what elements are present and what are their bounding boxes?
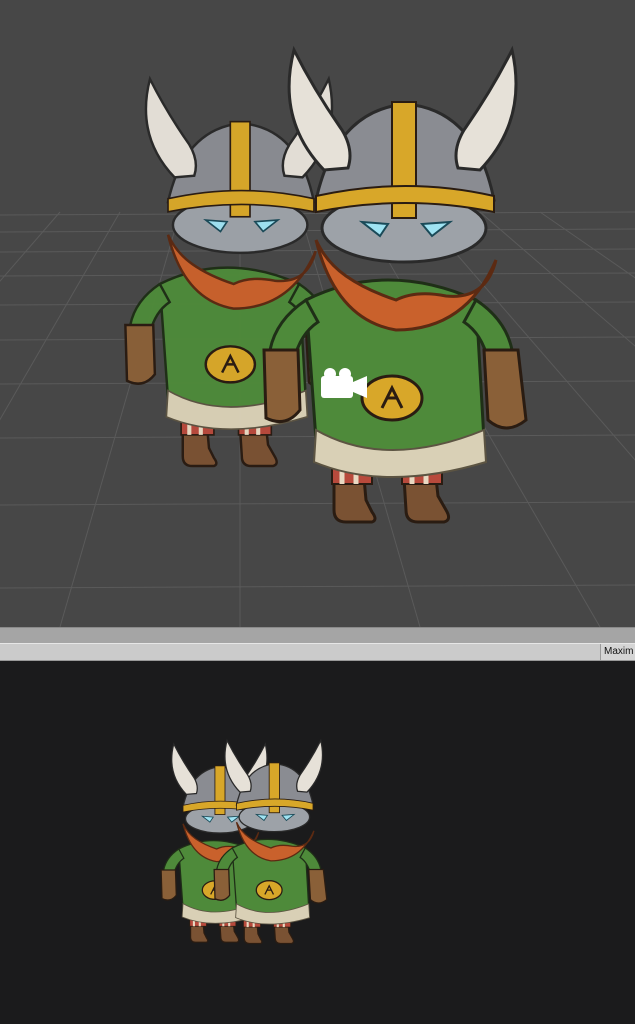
game-view-toolbar: Maxim [0,643,635,661]
scene-view[interactable] [0,0,635,627]
game-view[interactable] [0,661,635,1024]
panel-splitter[interactable] [0,627,635,643]
scene-grid [0,0,635,627]
game-render [160,739,328,945]
maximize-on-play-toggle[interactable]: Maxim [600,644,635,660]
